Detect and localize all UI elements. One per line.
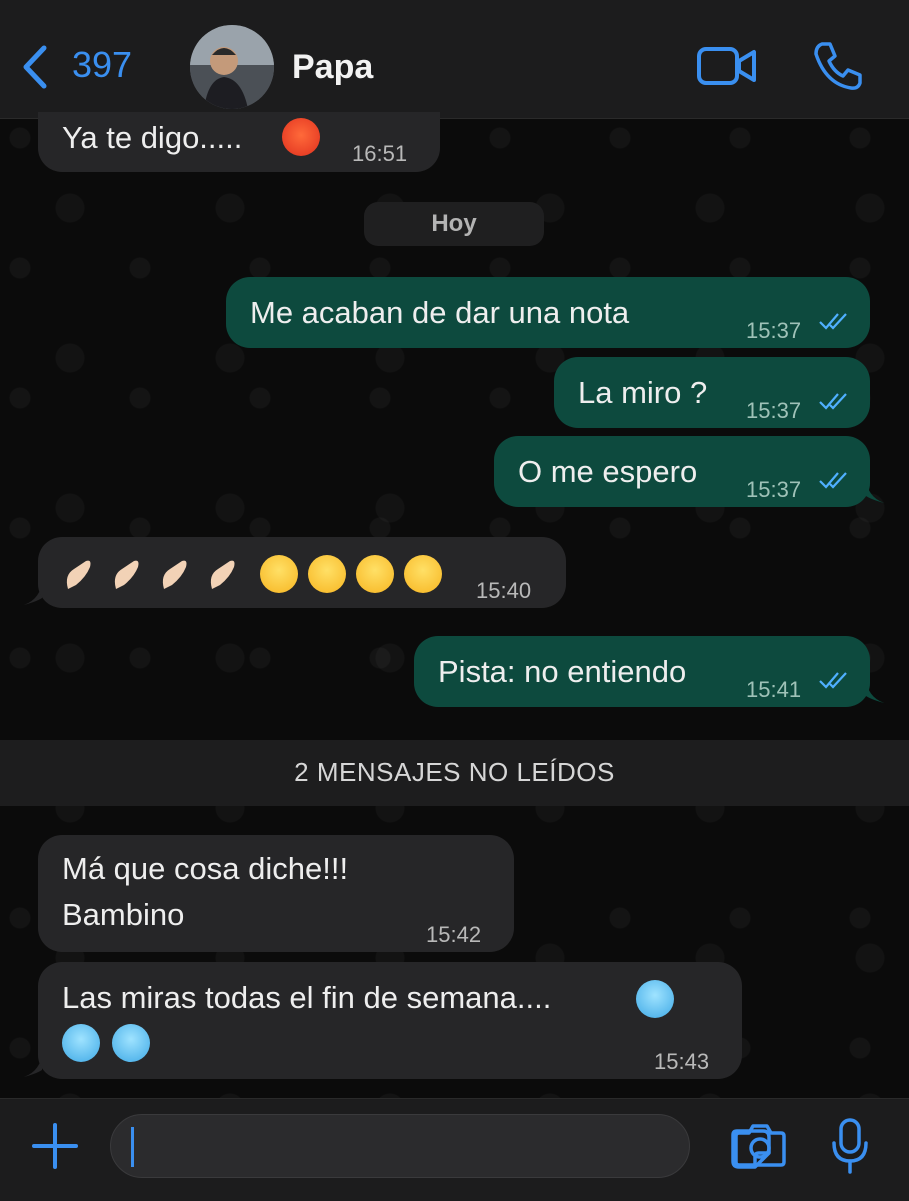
grinning-face-emoji bbox=[404, 555, 442, 593]
message-outgoing[interactable]: Me acaban de dar una nota 15:37 bbox=[226, 277, 870, 348]
message-text: La miro ? bbox=[578, 375, 708, 410]
text-cursor bbox=[131, 1127, 134, 1167]
bubble-tail bbox=[866, 482, 888, 504]
read-receipt-icon bbox=[819, 672, 847, 689]
message-time: 15:37 bbox=[746, 398, 802, 423]
message-time: 15:43 bbox=[654, 1049, 710, 1074]
message-time: 15:37 bbox=[746, 318, 802, 343]
plus-icon[interactable] bbox=[30, 1121, 80, 1171]
message-outgoing[interactable]: Pista: no entiendo 15:41 bbox=[414, 636, 870, 707]
pinched-fingers-emoji bbox=[114, 560, 139, 589]
cold-face-emoji bbox=[636, 980, 674, 1018]
video-call-icon[interactable] bbox=[696, 44, 758, 88]
cold-face-emoji bbox=[112, 1024, 150, 1062]
day-separator: Hoy bbox=[364, 202, 544, 246]
message-time: 15:37 bbox=[746, 477, 802, 502]
message-outgoing[interactable]: O me espero 15:37 bbox=[494, 436, 870, 507]
phone-icon[interactable] bbox=[812, 40, 864, 92]
message-incoming[interactable]: Las miras todas el fin de semana.... 15:… bbox=[38, 962, 742, 1079]
unread-messages-banner: 2 MENSAJES NO LEÍDOS bbox=[0, 740, 909, 806]
angry-face-emoji bbox=[282, 118, 320, 156]
message-incoming[interactable]: Má que cosa diche!!! Bambino 15:42 bbox=[38, 835, 514, 952]
grinning-face-emoji bbox=[356, 555, 394, 593]
microphone-icon[interactable] bbox=[830, 1117, 870, 1175]
message-text: Me acaban de dar una nota bbox=[250, 295, 630, 330]
message-incoming[interactable]: 15:40 bbox=[38, 537, 566, 608]
message-text-line: Má que cosa diche!!! bbox=[62, 851, 349, 886]
pinched-fingers-emoji bbox=[162, 560, 187, 589]
read-receipt-icon bbox=[819, 472, 847, 489]
pinched-fingers-emoji bbox=[66, 560, 91, 589]
contact-name[interactable]: Papa bbox=[292, 48, 373, 87]
grinning-face-emoji bbox=[260, 555, 298, 593]
bubble-tail bbox=[866, 682, 888, 704]
message-text: O me espero bbox=[518, 454, 698, 489]
message-outgoing[interactable]: La miro ? 15:37 bbox=[554, 357, 870, 428]
message-input[interactable] bbox=[110, 1114, 771, 1178]
camera-icon[interactable] bbox=[733, 1121, 787, 1169]
message-incoming[interactable]: Ya te digo..... 16:51 bbox=[38, 112, 440, 172]
message-time: 16:51 bbox=[352, 141, 408, 166]
pinched-fingers-emoji bbox=[210, 560, 235, 589]
read-receipt-icon bbox=[819, 393, 847, 410]
chat-header: 397 Papa bbox=[0, 0, 909, 119]
cold-face-emoji bbox=[62, 1024, 100, 1062]
chevron-left-icon[interactable] bbox=[18, 44, 52, 90]
back-unread-count[interactable]: 397 bbox=[72, 44, 132, 86]
message-text: Ya te digo..... bbox=[62, 120, 243, 155]
message-text-line: Bambino bbox=[62, 897, 185, 932]
message-time: 15:40 bbox=[476, 578, 532, 603]
read-receipt-icon bbox=[819, 313, 847, 330]
message-time: 15:42 bbox=[426, 922, 482, 947]
message-text: Pista: no entiendo bbox=[438, 654, 687, 689]
message-time: 15:41 bbox=[746, 677, 802, 702]
message-text: Las miras todas el fin de semana.... bbox=[62, 980, 552, 1015]
message-input-bar bbox=[0, 1098, 909, 1201]
avatar[interactable] bbox=[190, 25, 274, 109]
grinning-face-emoji bbox=[308, 555, 346, 593]
